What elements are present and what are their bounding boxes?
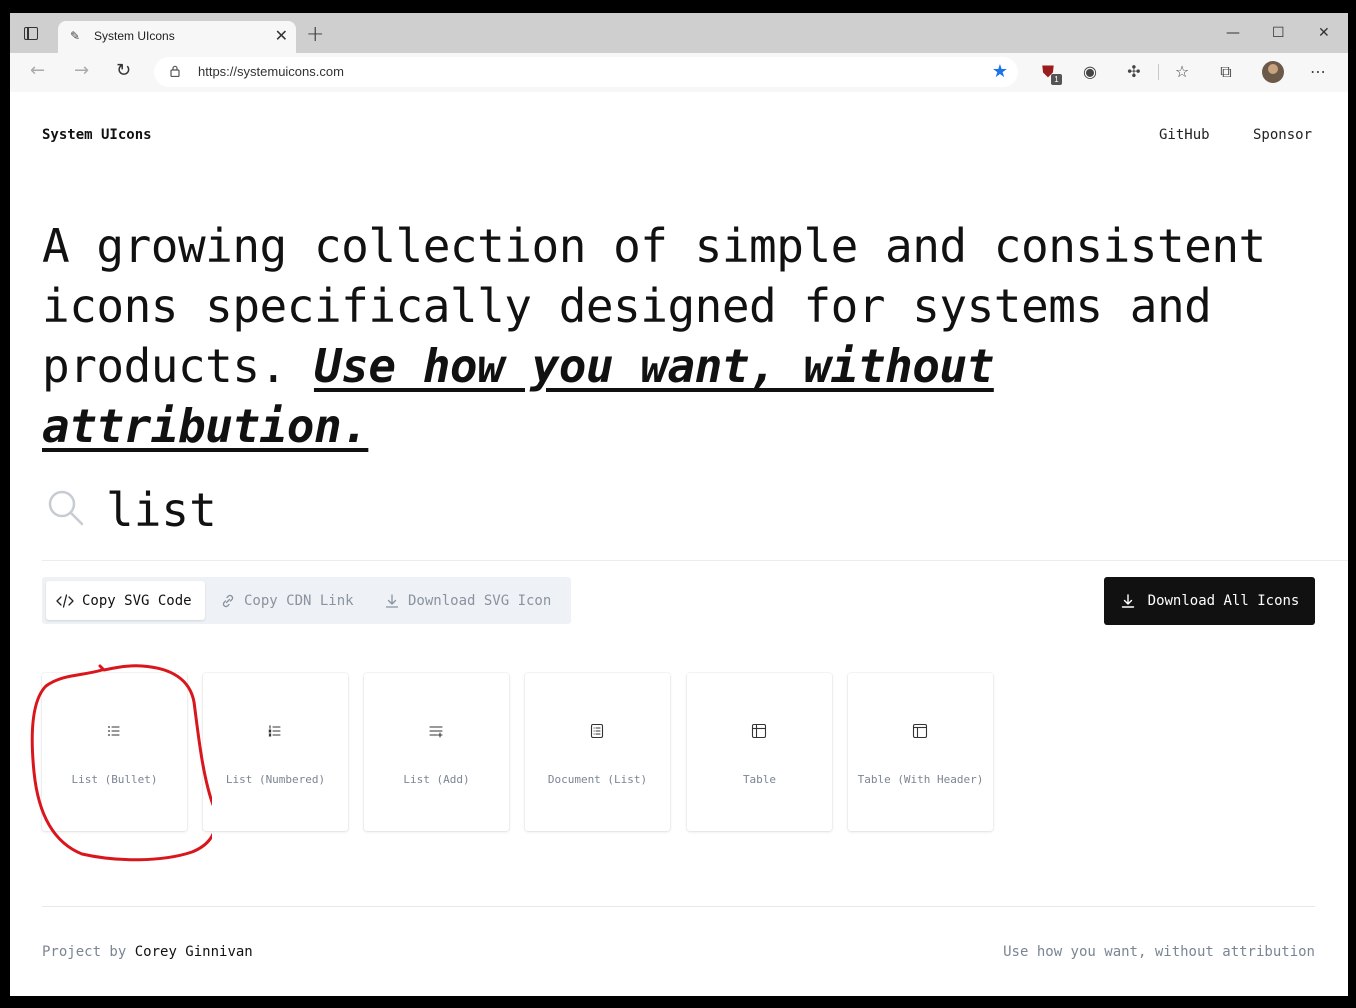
tab-title: System UIcons: [94, 29, 175, 43]
profile-avatar[interactable]: [1262, 61, 1284, 83]
icon-card-list-add[interactable]: List (Add): [364, 673, 509, 831]
search-bar: [42, 478, 1348, 561]
list-bullet-icon: [108, 726, 120, 736]
minimize-icon[interactable]: —: [1226, 23, 1240, 43]
copy-cdn-link-button[interactable]: Copy CDN Link: [210, 581, 370, 620]
extension-badge: 1: [1051, 74, 1062, 85]
tracker-extension-icon[interactable]: ◉: [1080, 62, 1100, 82]
copy-svg-code-label: Copy SVG Code: [82, 592, 192, 609]
footer-license-note: Use how you want, without attribution: [1003, 944, 1315, 960]
download-svg-icon-label: Download SVG Icon: [408, 592, 552, 609]
search-input[interactable]: [106, 480, 1006, 540]
tab-actions-icon[interactable]: [24, 27, 38, 40]
nav-link-github[interactable]: GitHub: [1159, 127, 1210, 143]
more-options-icon[interactable]: ⋯: [1308, 62, 1328, 82]
copy-cdn-link-label: Copy CDN Link: [244, 592, 354, 609]
icon-card-list-bullet[interactable]: List (Bullet): [42, 673, 187, 831]
icon-card-document-list[interactable]: Document (List): [525, 673, 670, 831]
download-icon: [384, 593, 400, 609]
browser-window: ✎ System UIcons ✕ + — ☐ ✕ ← → ↻ https://…: [10, 13, 1348, 996]
icon-card-table[interactable]: Table: [687, 673, 832, 831]
favorite-star-icon[interactable]: ★: [992, 61, 1008, 82]
page: System UIcons GitHub Sponsor A growing c…: [10, 92, 1348, 996]
icon-card-list-numbered[interactable]: List (Numbered): [203, 673, 348, 831]
footer-prefix: Project by: [42, 944, 127, 960]
list-numbered-icon: [268, 725, 281, 737]
action-toggle-group: Copy SVG Code Copy CDN Link Download SVG…: [42, 577, 571, 624]
download-all-icons-button[interactable]: Download All Icons: [1104, 577, 1315, 625]
download-all-icons-label: Download All Icons: [1147, 593, 1300, 609]
collections-icon[interactable]: ⧉: [1216, 62, 1236, 82]
icon-card-label: List (Numbered): [225, 773, 326, 786]
author-link[interactable]: Corey Ginnivan: [135, 944, 253, 960]
tab-close-icon[interactable]: ✕: [275, 27, 288, 45]
forward-icon[interactable]: →: [74, 61, 89, 81]
favorites-icon[interactable]: ☆: [1172, 62, 1192, 82]
refresh-icon[interactable]: ↻: [116, 61, 131, 81]
list-add-icon: [429, 726, 443, 738]
toolbar-divider: [1158, 64, 1159, 80]
icon-card-label: List (Bullet): [71, 773, 158, 786]
icon-card-table-with-header[interactable]: Table (With Header): [848, 673, 993, 831]
hero-headline: A growing collection of simple and consi…: [42, 216, 1332, 456]
download-icon: [1120, 593, 1136, 609]
link-icon: [220, 593, 236, 609]
code-icon: [56, 593, 74, 608]
browser-toolbar: ← → ↻ https://systemuicons.com ★ ⛊ 1 ◉ ✣ …: [10, 53, 1348, 93]
tab-strip: ✎ System UIcons ✕ + — ☐ ✕: [10, 13, 1348, 53]
download-svg-icon-button[interactable]: Download SVG Icon: [374, 581, 568, 620]
edit-favicon-icon: ✎: [70, 29, 81, 43]
lock-icon: [170, 65, 180, 77]
table-icon: [751, 723, 767, 739]
icon-card-label: List (Add): [403, 773, 470, 786]
document-list-icon: [590, 723, 604, 739]
table-header-icon: [912, 723, 928, 739]
icon-card-label: Table (With Header): [857, 773, 984, 786]
url-text: https://systemuicons.com: [198, 64, 344, 79]
footer-divider: [42, 906, 1315, 907]
maximize-icon[interactable]: ☐: [1272, 23, 1285, 43]
site-brand[interactable]: System UIcons: [42, 127, 152, 143]
ublock-extension-icon[interactable]: ⛊ 1: [1038, 62, 1062, 85]
address-bar[interactable]: https://systemuicons.com ★: [154, 57, 1018, 87]
browser-tab[interactable]: ✎ System UIcons ✕: [58, 21, 296, 53]
close-window-icon[interactable]: ✕: [1318, 23, 1330, 43]
icon-card-label: Document (List): [547, 773, 648, 786]
new-tab-icon[interactable]: +: [306, 24, 324, 46]
footer-credit: Project by Corey Ginnivan: [42, 944, 253, 960]
icon-card-label: Table: [742, 773, 777, 786]
copy-svg-code-button[interactable]: Copy SVG Code: [46, 581, 205, 620]
back-icon[interactable]: ←: [30, 61, 45, 81]
nav-link-sponsor[interactable]: Sponsor: [1253, 127, 1312, 143]
search-icon: [48, 490, 84, 526]
extensions-puzzle-icon[interactable]: ✣: [1124, 62, 1144, 82]
